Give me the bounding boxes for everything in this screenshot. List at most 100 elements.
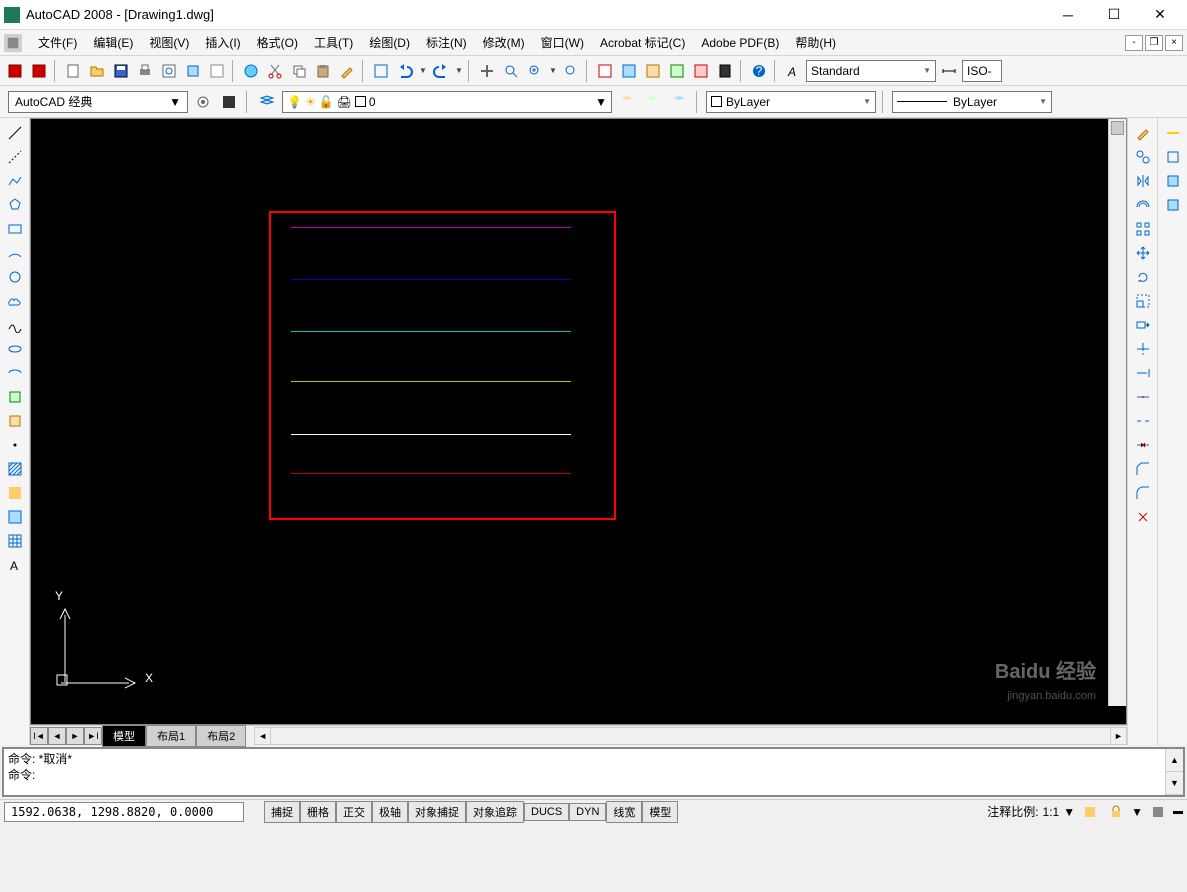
linetype-combo[interactable]: ByLayer ▼ xyxy=(892,91,1052,113)
menu-view[interactable]: 视图(V) xyxy=(141,31,197,54)
stretch-icon[interactable] xyxy=(1132,314,1154,336)
status-icon1[interactable] xyxy=(1079,801,1101,823)
spline-icon[interactable] xyxy=(4,314,26,336)
distance-icon[interactable] xyxy=(1162,122,1184,144)
undo-dropdown[interactable]: ▼ xyxy=(418,60,428,82)
gradient-icon[interactable] xyxy=(4,482,26,504)
menu-insert[interactable]: 插入(I) xyxy=(197,31,248,54)
status-grid[interactable]: 栅格 xyxy=(300,801,336,823)
dimstyle-combo[interactable]: ISO- xyxy=(962,60,1002,82)
menu-window[interactable]: 窗口(W) xyxy=(533,31,592,54)
chamfer-icon[interactable] xyxy=(1132,458,1154,480)
ellipse-icon[interactable] xyxy=(4,338,26,360)
menu-file[interactable]: 文件(F) xyxy=(30,31,85,54)
command-text[interactable]: 命令: *取消* 命令: xyxy=(4,749,1165,795)
tab-prev[interactable]: ◄ xyxy=(48,727,66,745)
help-icon[interactable]: ? xyxy=(748,60,770,82)
scale-icon[interactable] xyxy=(1132,290,1154,312)
redo-icon[interactable] xyxy=(430,60,452,82)
drawing-canvas[interactable]: Y X Baidu 经验 jingyan.baidu.com xyxy=(30,118,1127,725)
menu-format[interactable]: 格式(O) xyxy=(249,31,306,54)
toolpalettes-icon[interactable] xyxy=(642,60,664,82)
copy-icon[interactable] xyxy=(288,60,310,82)
anno-scale[interactable]: 1:1 xyxy=(1043,805,1060,819)
trim-icon[interactable] xyxy=(1132,338,1154,360)
markup-icon[interactable] xyxy=(690,60,712,82)
construction-line-icon[interactable] xyxy=(4,146,26,168)
status-coords[interactable]: 1592.0638, 1298.8820, 0.0000 xyxy=(4,802,244,822)
workspace-combo[interactable]: AutoCAD 经典 ▼ xyxy=(8,91,188,113)
menu-acrobat[interactable]: Acrobat 标记(C) xyxy=(592,31,693,54)
tab-first[interactable]: I◄ xyxy=(30,727,48,745)
tab-layout1[interactable]: 布局1 xyxy=(146,725,196,747)
status-ducs[interactable]: DUCS xyxy=(524,803,569,821)
matchprop-icon[interactable] xyxy=(336,60,358,82)
status-model[interactable]: 模型 xyxy=(642,801,678,823)
cut-icon[interactable] xyxy=(264,60,286,82)
layer-combo[interactable]: 💡 ☀ 🔓 🖨 0 ▼ xyxy=(282,91,612,113)
erase-icon[interactable] xyxy=(1132,122,1154,144)
redo-dropdown[interactable]: ▼ xyxy=(454,60,464,82)
maximize-button[interactable]: ☐ xyxy=(1091,1,1137,29)
drawing-line[interactable] xyxy=(291,279,571,280)
join-icon[interactable] xyxy=(1132,434,1154,456)
unknown1-icon[interactable] xyxy=(1162,146,1184,168)
status-otrack[interactable]: 对象追踪 xyxy=(466,801,524,823)
status-dropdown[interactable]: ▼ xyxy=(1131,805,1143,819)
menu-modify[interactable]: 修改(M) xyxy=(475,31,533,54)
tab-model[interactable]: 模型 xyxy=(102,725,146,747)
line-icon[interactable] xyxy=(4,122,26,144)
drawing-line[interactable] xyxy=(291,331,571,332)
zoom-realtime-icon[interactable] xyxy=(500,60,522,82)
plot-icon[interactable] xyxy=(206,60,228,82)
menu-app-icon[interactable] xyxy=(4,34,22,52)
copy-obj-icon[interactable] xyxy=(1132,146,1154,168)
mdi-minimize[interactable]: - xyxy=(1125,35,1143,51)
menu-dimension[interactable]: 标注(N) xyxy=(418,31,475,54)
ellipse-arc-icon[interactable] xyxy=(4,362,26,384)
menu-edit[interactable]: 编辑(E) xyxy=(85,31,141,54)
polygon-icon[interactable] xyxy=(4,194,26,216)
workspace-settings-icon[interactable] xyxy=(192,91,214,113)
unknown2-icon[interactable] xyxy=(1162,170,1184,192)
revcloud-icon[interactable] xyxy=(4,290,26,312)
hatch-icon[interactable] xyxy=(4,458,26,480)
status-lwt[interactable]: 线宽 xyxy=(606,801,642,823)
break-icon[interactable] xyxy=(1132,410,1154,432)
open-icon[interactable] xyxy=(86,60,108,82)
textstyle-icon[interactable]: A xyxy=(782,60,804,82)
save-icon[interactable] xyxy=(110,60,132,82)
pdf-export-icon[interactable] xyxy=(4,60,26,82)
make-block-icon[interactable] xyxy=(4,410,26,432)
menu-draw[interactable]: 绘图(D) xyxy=(361,31,418,54)
status-polar[interactable]: 极轴 xyxy=(372,801,408,823)
status-lock-icon[interactable] xyxy=(1105,801,1127,823)
status-tray-icon[interactable] xyxy=(1147,801,1169,823)
color-combo[interactable]: ByLayer ▼ xyxy=(706,91,876,113)
offset-icon[interactable] xyxy=(1132,194,1154,216)
unknown3-icon[interactable] xyxy=(1162,194,1184,216)
command-scroll[interactable]: ▲▼ xyxy=(1165,749,1183,795)
menu-tools[interactable]: 工具(T) xyxy=(306,31,361,54)
workspace-lock-icon[interactable] xyxy=(218,91,240,113)
tab-layout2[interactable]: 布局2 xyxy=(196,725,246,747)
mtext-icon[interactable]: A xyxy=(4,554,26,576)
block-editor-icon[interactable] xyxy=(370,60,392,82)
drawing-line[interactable] xyxy=(291,473,571,474)
layer-previous-icon[interactable] xyxy=(642,91,664,113)
circle-icon[interactable] xyxy=(4,266,26,288)
publish-icon[interactable] xyxy=(182,60,204,82)
mirror-icon[interactable] xyxy=(1132,170,1154,192)
paste-icon[interactable] xyxy=(312,60,334,82)
drawing-line[interactable] xyxy=(291,381,571,382)
vertical-scrollbar[interactable] xyxy=(1108,119,1126,706)
extend-icon[interactable] xyxy=(1132,362,1154,384)
command-line[interactable]: 命令: *取消* 命令: ▲▼ xyxy=(2,747,1185,797)
menu-help[interactable]: 帮助(H) xyxy=(787,31,844,54)
new-icon[interactable] xyxy=(62,60,84,82)
textstyle-combo[interactable]: Standard▼ xyxy=(806,60,936,82)
globe-icon[interactable] xyxy=(240,60,262,82)
fillet-icon[interactable] xyxy=(1132,482,1154,504)
rectangle-icon[interactable] xyxy=(4,218,26,240)
break-at-point-icon[interactable] xyxy=(1132,386,1154,408)
